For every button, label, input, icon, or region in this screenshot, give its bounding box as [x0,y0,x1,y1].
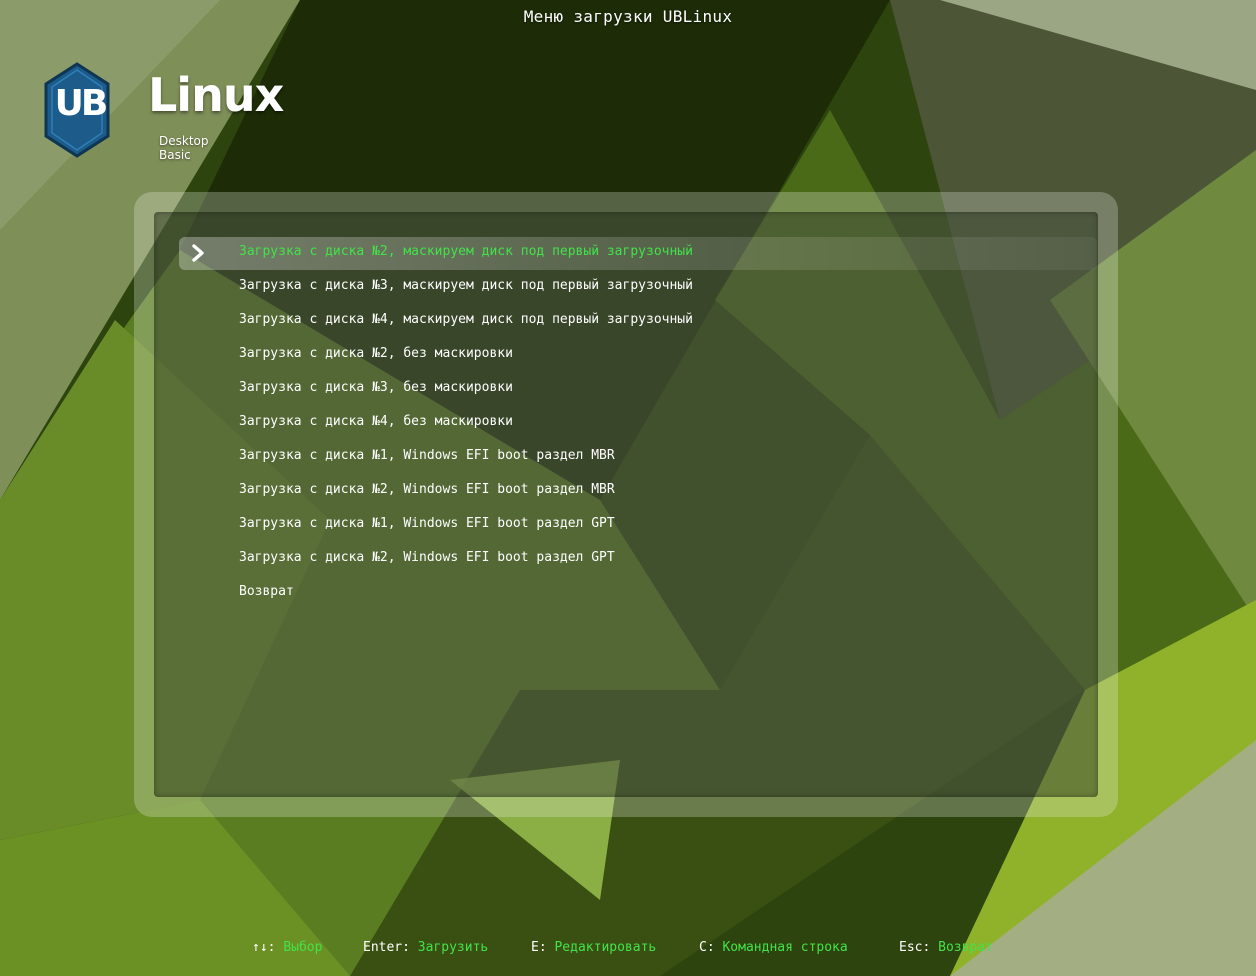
hint-action: Командная строка [722,940,848,955]
hint-key: E: [531,940,547,955]
hint-edit: E: Редактировать [531,938,656,958]
logo-edition: Desktop Basic [159,134,209,162]
boot-entry-back[interactable]: Возврат [179,576,1097,610]
logo-name: Linux [148,68,284,122]
keyboard-hints-bar: ↑↓: Выбор Enter: Загрузить E: Редактиров… [0,938,1256,958]
boot-entry-label: Загрузка с диска №1, Windows EFI boot ра… [239,448,615,463]
chevron-right-icon [192,244,204,262]
boot-entry[interactable]: Загрузка с диска №2, Windows EFI boot ра… [179,542,1097,576]
boot-entry-label: Загрузка с диска №2, Windows EFI boot ра… [239,550,615,565]
boot-entry-label: Загрузка с диска №3, без маскировки [239,380,513,395]
boot-menu-list: Загрузка с диска №2, маскируем диск под … [179,236,1097,610]
boot-entry-label: Загрузка с диска №3, маскируем диск под … [239,278,693,293]
hint-key: C: [699,940,715,955]
boot-entry[interactable]: Загрузка с диска №2, Windows EFI boot ра… [179,474,1097,508]
boot-entry[interactable]: Загрузка с диска №4, маскируем диск под … [179,304,1097,338]
logo-badge-text: UB [54,83,109,124]
hint-action: Возврат [938,940,993,955]
boot-entry[interactable]: Загрузка с диска №3, маскируем диск под … [179,270,1097,304]
boot-entry-label: Загрузка с диска №2, без маскировки [239,346,513,361]
hint-key: Enter: [363,940,410,955]
hint-key: Esc: [899,940,931,955]
boot-entry[interactable]: Загрузка с диска №4, без маскировки [179,406,1097,440]
boot-entry[interactable]: Загрузка с диска №1, Windows EFI boot ра… [179,440,1097,474]
hint-action: Загрузить [417,940,489,955]
ublinux-logo: UB Linux Desktop Basic [44,62,284,162]
boot-entry-label: Загрузка с диска №1, Windows EFI boot ра… [239,516,615,531]
hint-boot: Enter: Загрузить [363,938,488,958]
boot-entry-label: Загрузка с диска №4, без маскировки [239,414,513,429]
boot-entry-label: Загрузка с диска №4, маскируем диск под … [239,312,693,327]
hint-select: ↑↓: Выбор [252,938,322,958]
boot-entry-selected[interactable]: Загрузка с диска №2, маскируем диск под … [179,236,1097,270]
hint-command-line: C: Командная строка [699,938,848,958]
boot-entry-label: Загрузка с диска №2, Windows EFI boot ра… [239,482,615,497]
hint-key: ↑↓: [252,940,276,955]
boot-entry-label: Возврат [239,584,294,599]
boot-entry[interactable]: Загрузка с диска №1, Windows EFI boot ра… [179,508,1097,542]
boot-entry[interactable]: Загрузка с диска №2, без маскировки [179,338,1097,372]
boot-entry-label: Загрузка с диска №2, маскируем диск под … [239,244,693,259]
boot-entry[interactable]: Загрузка с диска №3, без маскировки [179,372,1097,406]
hint-escape: Esc: Возврат [899,938,993,958]
hint-action: Редактировать [554,940,657,955]
hint-action: Выбор [283,940,323,955]
page-title: Меню загрузки UBLinux [523,7,733,26]
